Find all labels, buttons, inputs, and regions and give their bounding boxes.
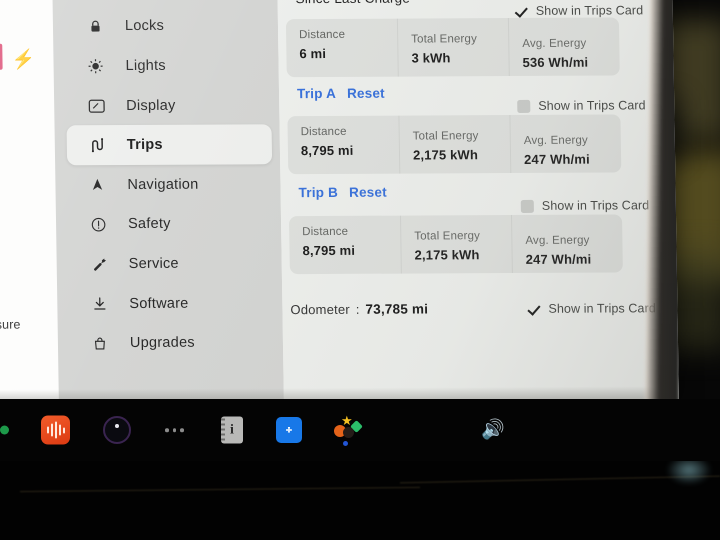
stat-value: 3 kWh <box>411 50 451 66</box>
trips-settings-panel: 512 Wh/mi Since Last Charge Show in Trip… <box>277 0 679 405</box>
stat-label: Total Energy <box>411 33 478 46</box>
stat-cell-total-energy: Total Energy 2,175 kWh <box>399 215 512 274</box>
stat-card-since-last-charge: Distance 6 mi Total Energy 3 kWh Avg. En… <box>285 17 620 78</box>
winding-road-icon <box>85 137 109 153</box>
stat-value: 247 Wh/mi <box>523 151 590 168</box>
stat-card-trip-a: Distance 8,795 mi Total Energy 2,175 kWh… <box>287 114 622 175</box>
sidebar-item-label: Navigation <box>127 176 199 193</box>
status-dot-icon <box>0 425 9 435</box>
trip-b-reset-button[interactable]: Reset <box>349 185 387 200</box>
stat-label: Distance <box>302 225 349 239</box>
trip-b-label: Trip B <box>298 184 339 201</box>
sun-icon <box>83 58 107 74</box>
show-in-trips-card-toggle-since-last-charge[interactable]: Show in Trips Card <box>515 3 644 18</box>
odometer-separator: : <box>355 301 360 317</box>
show-in-trips-card-toggle-trip-a[interactable]: Show in Trips Card <box>517 98 646 113</box>
stat-value: 8,795 mi <box>302 243 356 259</box>
stat-cell-distance: Distance 8,795 mi <box>287 116 399 175</box>
download-icon <box>87 296 111 311</box>
sidebar-item-navigation[interactable]: Navigation <box>67 164 273 205</box>
sidebar-item-label: Software <box>129 295 189 312</box>
section-title-since-last-charge: Since Last Charge <box>295 0 410 6</box>
checkbox-checked-icon[interactable] <box>527 302 540 315</box>
sidebar-item-upgrades[interactable]: Upgrades <box>70 323 276 364</box>
volume-knob-icon[interactable] <box>103 416 131 444</box>
stat-label: Avg. Energy <box>522 37 587 50</box>
sidebar-item-locks[interactable]: Locks <box>65 6 271 47</box>
sidebar-item-label: Service <box>128 255 179 272</box>
stat-cell-distance: Distance 8,795 mi <box>289 216 401 275</box>
stat-label: Distance <box>300 125 347 139</box>
stat-value: 536 Wh/mi <box>522 54 589 71</box>
taskbar[interactable]: i ᛭ ★ 🔊 <box>0 399 720 461</box>
sidebar-item-safety[interactable]: Safety <box>68 204 274 245</box>
display-icon <box>84 99 108 113</box>
vehicle-touchscreen: ⚡ Pressure Autopilot <box>0 0 679 406</box>
stat-cell-avg-energy: Avg. Energy 536 Wh/mi <box>507 17 620 77</box>
show-in-trips-card-toggle-trip-b[interactable]: Show in Trips Card <box>520 198 650 213</box>
photo-scene: ⚡ Pressure Autopilot <box>0 0 720 540</box>
lightning-bolt-icon: ⚡ <box>11 49 36 71</box>
checkbox-unchecked-icon[interactable] <box>520 199 534 213</box>
stat-value: 8,795 mi <box>300 143 354 159</box>
screen-bezel-right <box>644 0 679 406</box>
speaker-icon[interactable]: 🔊 <box>481 421 505 440</box>
stat-label: Distance <box>299 28 346 42</box>
sidebar-item-label: Safety <box>127 216 171 233</box>
sidebar-item-label: Lights <box>125 57 166 75</box>
more-options-icon[interactable] <box>165 428 184 432</box>
checkbox-unchecked-icon[interactable] <box>517 99 531 113</box>
checkbox-checked-icon[interactable] <box>515 4 528 17</box>
odometer-row: Odometer : 73,785 mi <box>290 301 428 317</box>
sidebar-item-trips[interactable]: Trips <box>66 124 273 166</box>
sidebar-item-display[interactable]: Display <box>66 85 272 126</box>
odometer-label: Odometer <box>290 301 350 318</box>
audio-app-icon[interactable] <box>41 415 70 445</box>
trip-a-label: Trip A <box>296 85 337 102</box>
stat-cell-distance: Distance 6 mi <box>286 19 398 78</box>
bluetooth-icon[interactable]: ᛭ <box>276 417 302 443</box>
stat-value: 247 Wh/mi <box>525 251 592 268</box>
show-in-trips-card-label: Show in Trips Card <box>538 98 646 113</box>
lock-icon <box>83 19 107 34</box>
stat-label: Total Energy <box>414 230 481 243</box>
settings-sidebar[interactable]: Autopilot Locks <box>52 0 284 406</box>
show-in-trips-card-toggle-odometer[interactable]: Show in Trips Card <box>527 301 656 316</box>
stat-cell-avg-energy: Avg. Energy 247 Wh/mi <box>510 214 623 274</box>
stat-card-trip-b: Distance 8,795 mi Total Energy 2,175 kWh… <box>288 214 623 275</box>
apps-icon[interactable]: ★ <box>330 414 363 446</box>
stat-value: 2,175 kWh <box>412 147 479 163</box>
alert-circle-icon <box>86 217 110 232</box>
charge-indicator-stub <box>0 43 3 70</box>
sidebar-item-label: Upgrades <box>129 334 195 352</box>
wrench-icon <box>87 257 111 272</box>
stat-cell-avg-energy: Avg. Energy 247 Wh/mi <box>509 114 622 174</box>
stat-value: 6 mi <box>299 46 327 62</box>
stat-value: 2,175 kWh <box>414 247 480 263</box>
show-in-trips-card-label: Show in Trips Card <box>535 3 644 18</box>
trip-a-header: Trip A Reset <box>297 86 385 101</box>
stat-label: Avg. Energy <box>525 234 590 247</box>
info-card-icon[interactable]: i <box>221 416 243 444</box>
trip-a-reset-button[interactable]: Reset <box>347 86 385 101</box>
stat-label: Avg. Energy <box>523 134 589 147</box>
stat-cell-total-energy: Total Energy 3 kWh <box>396 18 509 77</box>
show-in-trips-card-label: Show in Trips Card <box>541 198 650 213</box>
dashboard-background <box>0 461 720 540</box>
trip-b-header: Trip B Reset <box>298 185 386 200</box>
sidebar-menu: Autopilot Locks <box>52 0 283 363</box>
sidebar-item-lights[interactable]: Lights <box>65 45 271 86</box>
navigation-arrow-icon <box>85 177 109 192</box>
sidebar-item-label: Display <box>126 97 176 114</box>
show-in-trips-card-label: Show in Trips Card <box>548 301 656 316</box>
sidebar-item-software[interactable]: Software <box>69 283 275 324</box>
sidebar-item-label: Trips <box>126 137 163 154</box>
sidebar-item-label: Locks <box>124 18 165 35</box>
shopping-bag-icon <box>88 336 112 351</box>
odometer-value: 73,785 mi <box>365 301 429 317</box>
sidebar-item-service[interactable]: Service <box>68 243 274 284</box>
stat-cell-total-energy: Total Energy 2,175 kWh <box>398 115 511 174</box>
tire-pressure-label: Pressure <box>0 317 21 332</box>
stat-label: Total Energy <box>412 130 479 143</box>
